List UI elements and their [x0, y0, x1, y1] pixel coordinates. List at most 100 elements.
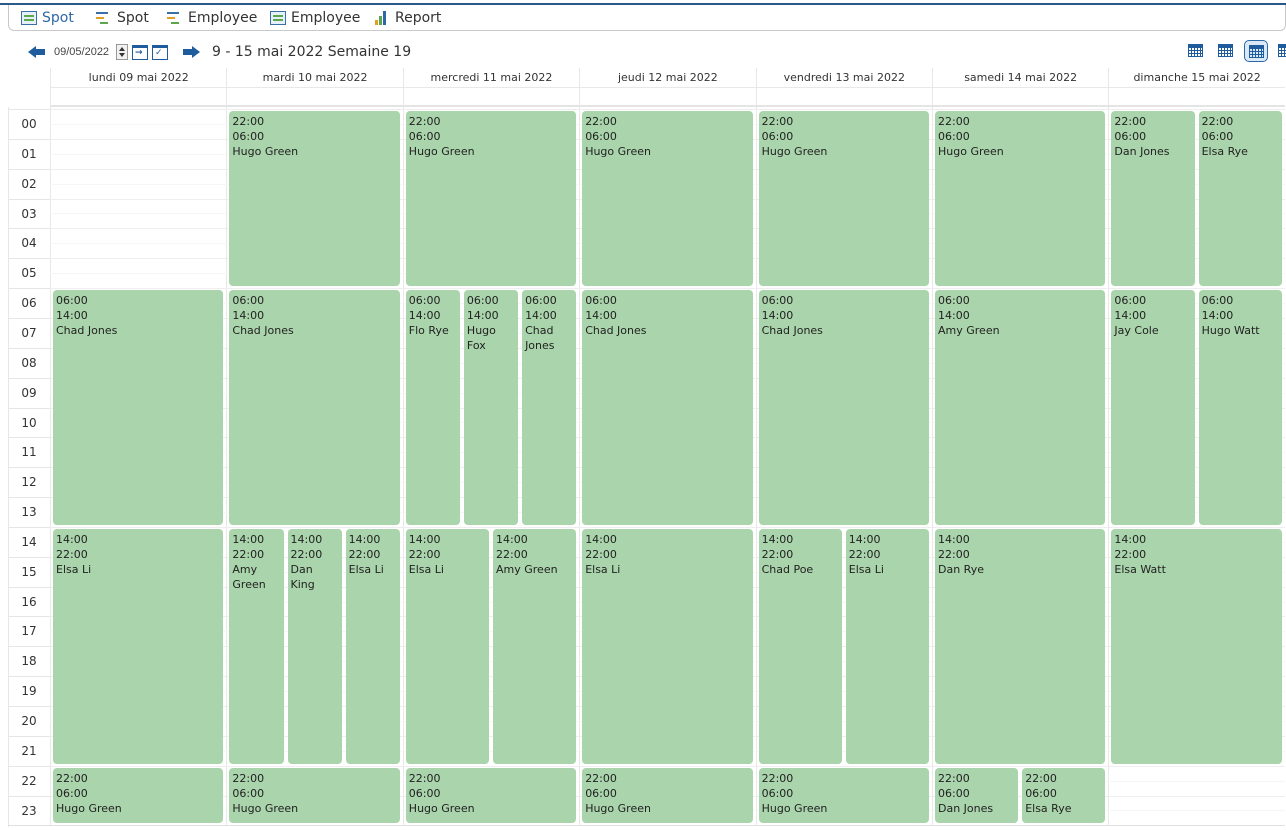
shift-event[interactable]: 22:00 06:00 Hugo Green [758, 767, 929, 824]
day-header[interactable]: dimanche 15 mai 2022 [1108, 68, 1284, 87]
day-view-button[interactable] [1184, 40, 1208, 62]
event-employee: Hugo Green [408, 801, 475, 815]
all-day-cell[interactable] [932, 87, 1109, 107]
hour-label: 07 [8, 317, 50, 348]
all-day-cell[interactable] [1108, 87, 1285, 107]
event-employee: Elsa Watt [1114, 562, 1166, 576]
event-end-time: 06:00 [585, 130, 617, 143]
event-start-time: 14:00 [1114, 532, 1147, 546]
calendar-check-icon[interactable]: ✓ [152, 44, 168, 60]
shift-event[interactable]: 06:00 14:00 Chad Jones [758, 290, 929, 525]
shift-event[interactable]: 22:00 06:00 Hugo Green [229, 767, 400, 824]
event-end-time: 22:00 [585, 547, 617, 561]
day-header[interactable]: samedi 14 mai 2022 [932, 68, 1108, 87]
hour-label: 13 [8, 497, 50, 527]
event-end-time: 22:00 [761, 547, 794, 561]
shift-event[interactable]: 22:00 06:00 Elsa Rye [1198, 111, 1282, 287]
hour-label: 04 [8, 228, 50, 258]
tab-employee-gantt[interactable]: Employee [167, 7, 257, 29]
event-employee: Chad Jones [232, 324, 294, 338]
day-column-divider [1108, 107, 1110, 825]
shift-event[interactable]: 06:00 14:00 Chad Jones [53, 290, 224, 525]
event-end-time: 22:00 [496, 547, 528, 561]
arrow-left-icon[interactable] [28, 45, 46, 59]
arrow-right-icon[interactable] [182, 45, 200, 59]
hour-label: 03 [8, 198, 50, 229]
day-header[interactable]: mardi 10 mai 2022 [226, 68, 402, 87]
event-start-time: 06:00 [585, 294, 617, 308]
event-end-time: 06:00 [761, 786, 794, 800]
shift-event[interactable]: 22:00 06:00 Hugo Green [582, 767, 753, 824]
event-start-time: 14:00 [761, 532, 794, 546]
shift-event[interactable]: 14:00 22:00 Chad Poe [758, 528, 842, 764]
event-employee: Amy Green [496, 562, 558, 576]
month-view-button[interactable] [1274, 40, 1286, 62]
event-end-time: 14:00 [938, 309, 970, 323]
hour-label: 11 [8, 437, 50, 467]
event-employee: Hugo Green [408, 145, 475, 158]
all-day-cell[interactable] [402, 87, 580, 107]
event-employee: Hugo Green [232, 145, 299, 158]
all-day-cell[interactable] [226, 87, 403, 107]
shift-event[interactable]: 22:00 06:00 Hugo Green [582, 111, 753, 287]
shift-event[interactable]: 14:00 22:00 Elsa Li [345, 528, 400, 764]
week-view-button[interactable] [1244, 40, 1268, 62]
all-day-cell[interactable] [579, 87, 756, 107]
workweek-view-button[interactable] [1214, 40, 1238, 62]
event-end-time: 22:00 [408, 547, 441, 561]
event-end-time: 06:00 [585, 786, 617, 800]
event-start-time: 06:00 [761, 294, 794, 308]
tab-employee-table[interactable]: Employee [270, 7, 360, 29]
tab-report[interactable]: Report [374, 7, 441, 29]
shift-event[interactable]: 22:00 06:00 Hugo Green [935, 111, 1106, 287]
shift-event[interactable]: 06:00 14:00 Flo Rye [405, 290, 460, 525]
calendar-goto-icon[interactable]: → [132, 44, 148, 60]
hour-label: 00 [8, 109, 50, 139]
shift-event[interactable]: 22:00 06:00 Elsa Rye [1022, 767, 1106, 824]
event-employee: Flo Rye [408, 324, 449, 338]
date-spinner[interactable] [116, 44, 128, 60]
event-employee: Elsa Rye [1201, 145, 1248, 158]
shift-event[interactable]: 06:00 14:00 Amy Green [935, 290, 1106, 525]
all-day-cell[interactable] [50, 87, 227, 107]
shift-event[interactable]: 06:00 14:00 Chad Jones [522, 290, 577, 525]
event-start-time: 14:00 [290, 532, 323, 546]
shift-event[interactable]: 14:00 22:00 Elsa Li [582, 528, 753, 764]
grid-bottom-border [8, 825, 1285, 827]
shift-event[interactable]: 22:00 06:00 Hugo Green [405, 767, 577, 824]
shift-event[interactable]: 22:00 06:00 Hugo Green [405, 111, 577, 287]
tab-spot-gantt[interactable]: Spot [96, 7, 149, 29]
shift-event[interactable]: 22:00 06:00 Hugo Green [229, 111, 400, 287]
shift-event[interactable]: 22:00 06:00 Hugo Green [758, 111, 929, 287]
shift-event[interactable]: 14:00 22:00 Elsa Watt [1111, 528, 1282, 764]
day-header[interactable]: lundi 09 mai 2022 [50, 68, 226, 87]
shift-event[interactable]: 14:00 22:00 Amy Green [493, 528, 577, 764]
day-header[interactable]: vendredi 13 mai 2022 [755, 68, 932, 87]
event-start-time: 22:00 [408, 115, 441, 128]
shift-event[interactable]: 14:00 22:00 Dan King [287, 528, 342, 764]
shift-event[interactable]: 22:00 06:00 Dan Jones [1111, 111, 1195, 287]
event-employee: Chad Jones [56, 324, 118, 338]
shift-event[interactable]: 06:00 14:00 Chad Jones [229, 290, 400, 525]
shift-event[interactable]: 14:00 22:00 Amy Green [229, 528, 284, 764]
shift-event[interactable]: 14:00 22:00 Elsa Li [845, 528, 929, 764]
event-start-time: 06:00 [56, 294, 88, 308]
shift-event[interactable]: 06:00 14:00 Jay Cole [1111, 290, 1195, 525]
shift-event[interactable]: 22:00 06:00 Dan Jones [935, 767, 1019, 824]
table-icon [270, 11, 286, 25]
shift-event[interactable]: 14:00 22:00 Elsa Li [405, 528, 489, 764]
shift-event[interactable]: 14:00 22:00 Dan Rye [935, 528, 1106, 764]
all-day-cell[interactable] [755, 87, 932, 107]
day-header[interactable]: mercredi 11 mai 2022 [402, 68, 579, 87]
event-start-time: 22:00 [232, 115, 265, 128]
shift-event[interactable]: 14:00 22:00 Elsa Li [53, 528, 224, 764]
event-end-time: 06:00 [408, 786, 441, 800]
shift-event[interactable]: 06:00 14:00 Chad Jones [582, 290, 753, 525]
tab-spot-table[interactable]: Spot [21, 7, 74, 29]
day-header[interactable]: jeudi 12 mai 2022 [579, 68, 755, 87]
date-input[interactable] [52, 42, 114, 62]
shift-event[interactable]: 22:00 06:00 Hugo Green [53, 767, 224, 824]
shift-event[interactable]: 06:00 14:00 Hugo Watt [1198, 290, 1282, 525]
shift-event[interactable]: 06:00 14:00 Hugo Fox [463, 290, 519, 525]
hour-label: 17 [8, 616, 50, 646]
